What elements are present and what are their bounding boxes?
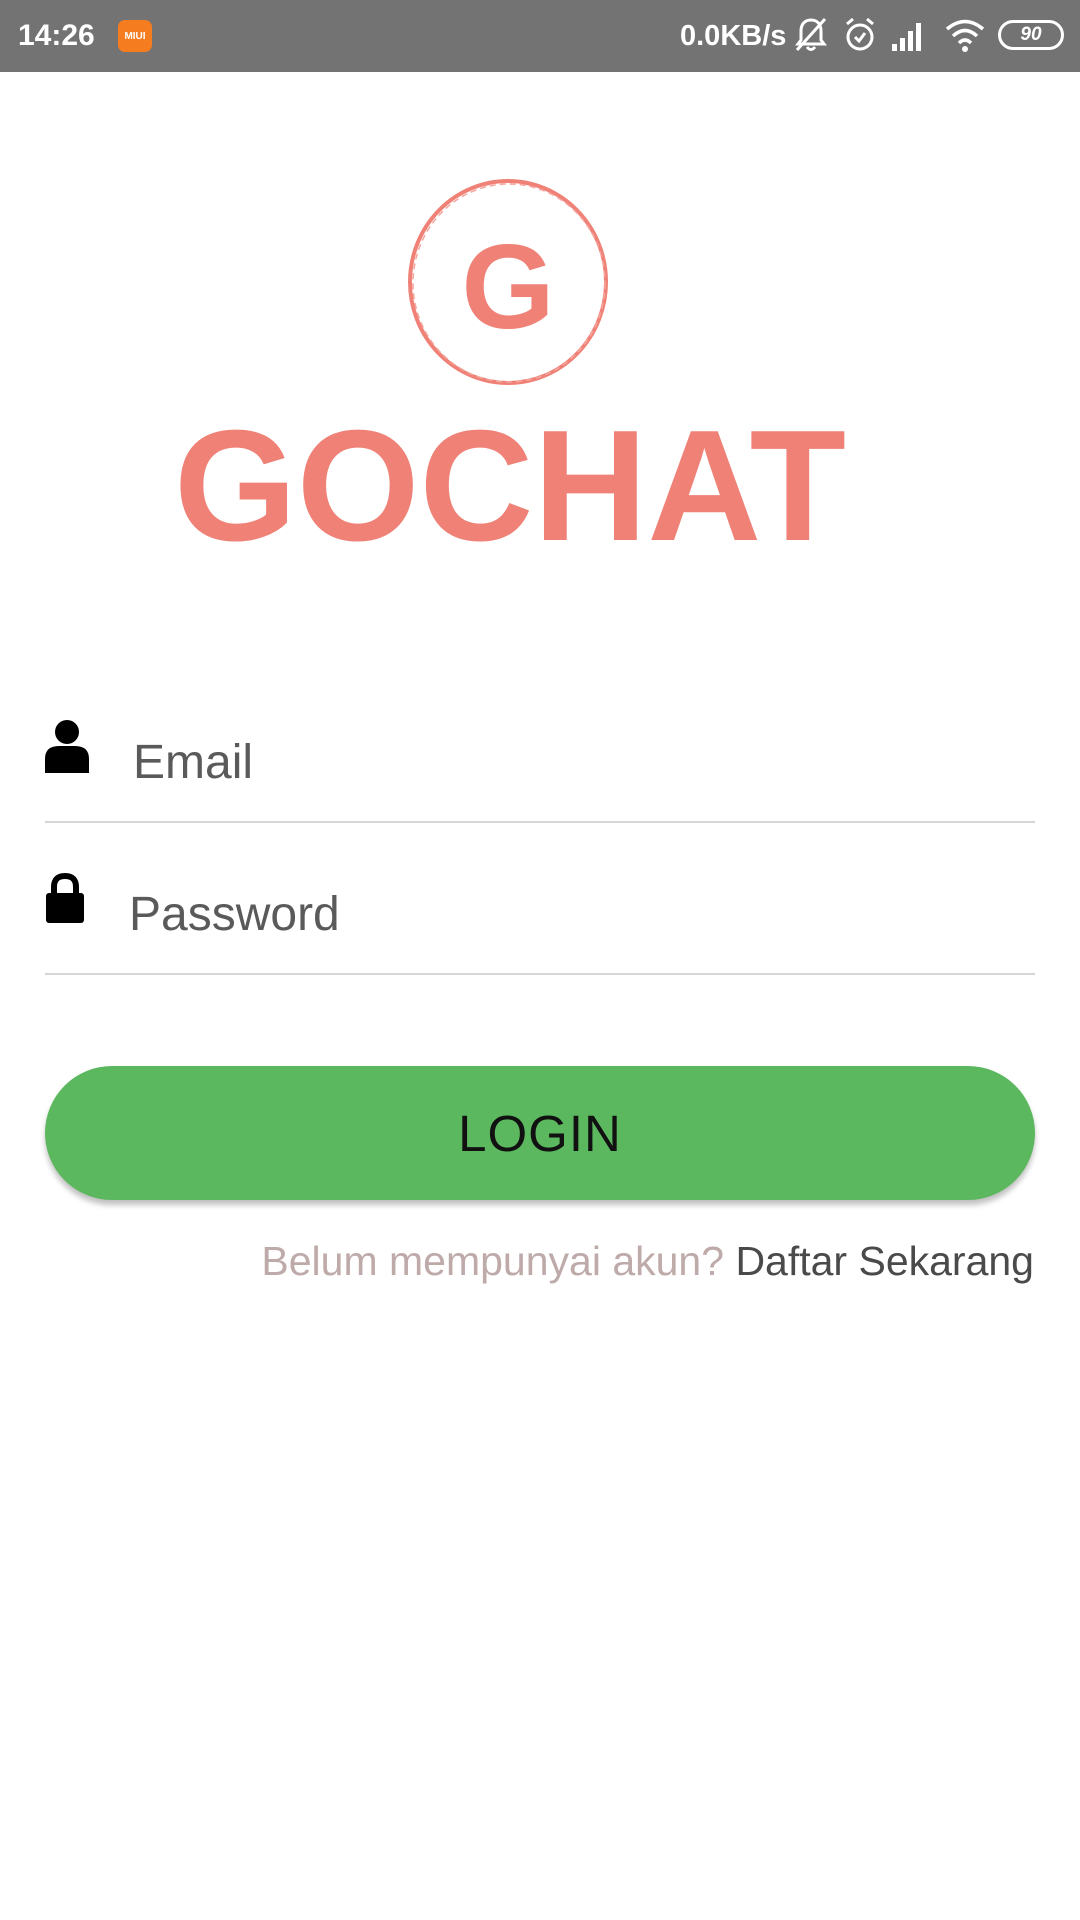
signal-icon	[892, 23, 921, 51]
password-input[interactable]	[129, 855, 1009, 973]
status-bar: 14:26 MIUI 0.0KB/s 90	[0, 0, 1080, 72]
miui-icon: MIUI	[118, 20, 152, 52]
alarm-icon	[846, 17, 874, 51]
password-field[interactable]	[45, 855, 1035, 975]
email-field[interactable]	[45, 703, 1035, 823]
lock-icon	[46, 873, 84, 923]
email-input[interactable]	[133, 703, 1013, 821]
logo-monogram: G	[461, 220, 554, 354]
status-time: 14:26	[18, 19, 95, 52]
logo-wordmark: GOCHAT	[174, 402, 846, 570]
register-line: Belum mempunyai akun? Daftar Sekarang	[261, 1236, 1034, 1286]
gochat-wordmark: GOCHAT	[174, 402, 846, 570]
gochat-logo-emblem: G	[408, 179, 608, 385]
login-button-label: LOGIN	[458, 1104, 622, 1162]
wifi-icon	[945, 19, 985, 52]
user-icon	[45, 720, 89, 773]
silent-bell-icon	[795, 17, 827, 52]
login-button[interactable]: LOGIN	[45, 1066, 1035, 1200]
network-speed: 0.0KB/s	[680, 20, 787, 52]
battery-level: 90	[1020, 24, 1042, 45]
battery-icon: 90	[998, 20, 1064, 50]
register-link[interactable]: Daftar Sekarang	[735, 1238, 1034, 1284]
register-prompt: Belum mempunyai akun?	[261, 1238, 725, 1284]
